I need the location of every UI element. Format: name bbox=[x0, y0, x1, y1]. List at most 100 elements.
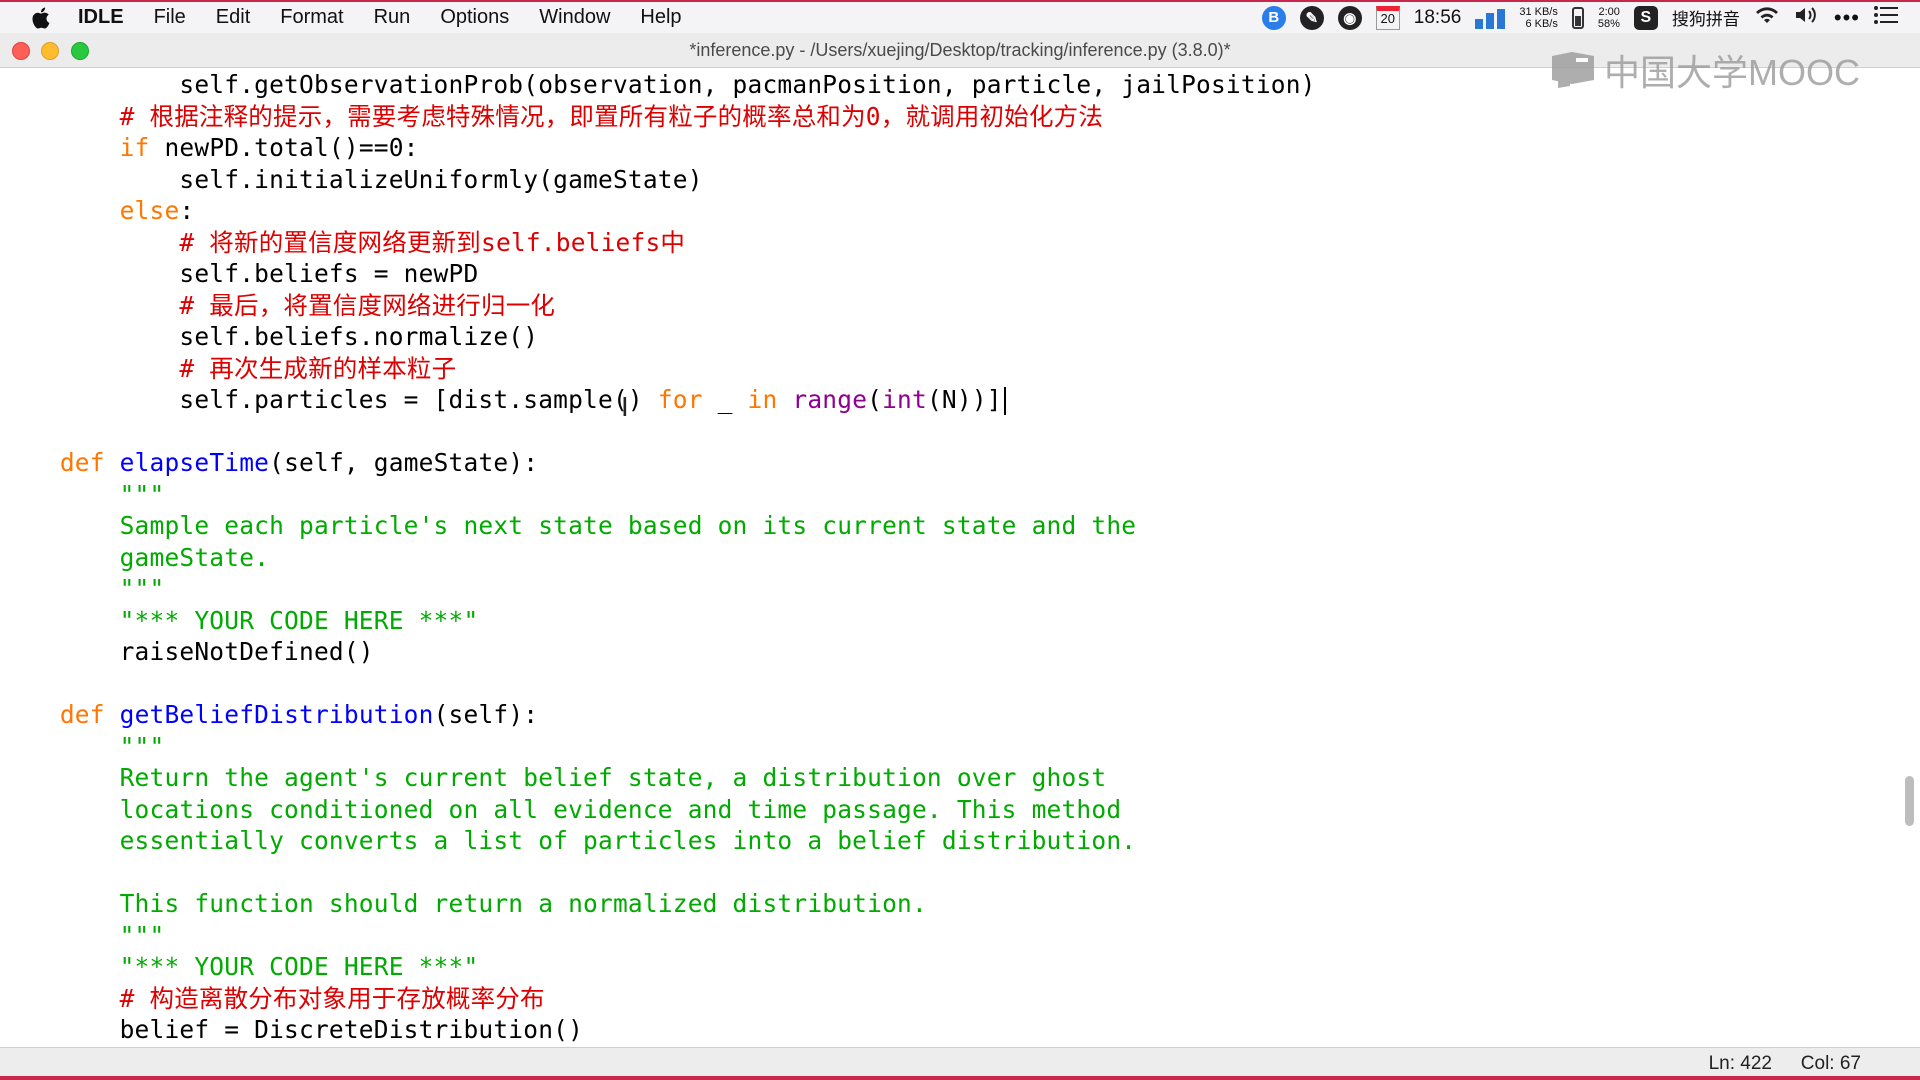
code-token: Return the agent's current belief state,… bbox=[0, 763, 1107, 792]
code-line[interactable]: # 根据注释的提示，需要考虑特殊情况，即置所有粒子的概率总和为0，就调用初始化方… bbox=[0, 101, 1316, 133]
code-token: (self): bbox=[433, 700, 539, 729]
more-icon[interactable]: ••• bbox=[1834, 5, 1860, 31]
code-line[interactable]: def elapseTime(self, gameState): bbox=[0, 447, 1316, 479]
code-token: """ bbox=[0, 574, 165, 603]
code-line[interactable]: """ bbox=[0, 479, 1316, 511]
code-line[interactable]: if newPD.total()==0: bbox=[0, 132, 1316, 164]
code-line[interactable]: "*** YOUR CODE HERE ***" bbox=[0, 605, 1316, 637]
code-text[interactable]: self.getObservationProb(observation, pac… bbox=[0, 69, 1316, 1046]
pen-app-icon[interactable]: ✎ bbox=[1299, 5, 1324, 30]
code-line[interactable]: """ bbox=[0, 920, 1316, 952]
sogou-icon[interactable]: S bbox=[1633, 5, 1658, 30]
scrollbar-thumb[interactable] bbox=[1905, 776, 1914, 826]
code-line[interactable]: gameState. bbox=[0, 542, 1316, 574]
code-line[interactable]: """ bbox=[0, 731, 1316, 763]
code-token: else bbox=[119, 196, 180, 225]
code-token: "*** YOUR CODE HERE ***" bbox=[0, 605, 479, 635]
code-token: in bbox=[747, 385, 778, 414]
menu-help[interactable]: Help bbox=[640, 6, 681, 29]
code-token: Sample each particle's next state based … bbox=[0, 511, 1137, 540]
menu-options[interactable]: Options bbox=[440, 6, 509, 29]
list-icon[interactable] bbox=[1874, 5, 1898, 30]
battery-readout[interactable]: 2:00 58% bbox=[1598, 6, 1620, 30]
menu-run[interactable]: Run bbox=[374, 6, 411, 29]
calendar-icon[interactable]: 20 bbox=[1375, 5, 1400, 30]
cpu-meter-icon[interactable] bbox=[1475, 7, 1506, 29]
code-token: # 最后，将置信度网络进行归一化 bbox=[179, 290, 556, 320]
code-token: (N))] bbox=[926, 385, 1002, 414]
code-token: # 将新的置信度网络更新到self.beliefs中 bbox=[179, 227, 686, 257]
code-line[interactable] bbox=[0, 857, 1316, 889]
macos-menu-bar: IDLE File Edit Format Run Options Window… bbox=[0, 0, 1920, 33]
obs-icon[interactable]: ◉ bbox=[1337, 5, 1362, 30]
code-token: essentially converts a list of particles… bbox=[0, 826, 1137, 855]
editor-status-bar: Ln: 422 Col: 67 bbox=[0, 1047, 1920, 1080]
menu-window[interactable]: Window bbox=[539, 6, 610, 29]
code-line[interactable]: def getBeliefDistribution(self): bbox=[0, 699, 1316, 731]
code-token: self.particles = [dist.sample() bbox=[0, 385, 658, 414]
code-token: """ bbox=[0, 479, 165, 509]
column-number: Col: 67 bbox=[1800, 1053, 1861, 1074]
code-token: getBeliefDistribution bbox=[119, 700, 434, 729]
code-line[interactable]: else: bbox=[0, 195, 1316, 227]
code-line[interactable]: self.initializeUniformly(gameState) bbox=[0, 164, 1316, 196]
text-caret bbox=[1003, 387, 1006, 415]
menu-format[interactable]: Format bbox=[280, 6, 343, 29]
menu-app-idle[interactable]: IDLE bbox=[78, 6, 124, 29]
code-line[interactable]: # 再次生成新的样本粒子 bbox=[0, 353, 1316, 385]
code-line[interactable]: Return the agent's current belief state,… bbox=[0, 762, 1316, 794]
code-line[interactable]: self.getObservationProb(observation, pac… bbox=[0, 69, 1316, 101]
code-line[interactable]: self.beliefs.normalize() bbox=[0, 321, 1316, 353]
menu-edit[interactable]: Edit bbox=[216, 6, 250, 29]
code-token: if bbox=[119, 133, 150, 162]
code-line[interactable]: Sample each particle's next state based … bbox=[0, 510, 1316, 542]
clock[interactable]: 18:56 bbox=[1414, 7, 1462, 29]
code-line[interactable]: # 最后，将置信度网络进行归一化 bbox=[0, 290, 1316, 322]
menu-bar-status-area: B ✎ ◉ 20 18:56 31 KB/s 6 KB/s 2:00 58% S… bbox=[1261, 2, 1920, 33]
code-line[interactable]: self.beliefs = newPD bbox=[0, 258, 1316, 290]
code-line[interactable]: "*** YOUR CODE HERE ***" bbox=[0, 951, 1316, 983]
code-line[interactable]: raiseNotDefined() bbox=[0, 636, 1316, 668]
mooc-watermark: 中国大学MOOC bbox=[1550, 44, 1860, 96]
code-token: self.getObservationProb(observation, pac… bbox=[0, 70, 1316, 99]
code-token: self.beliefs = newPD bbox=[0, 259, 479, 288]
code-token: int bbox=[882, 385, 927, 414]
code-token: for bbox=[657, 385, 703, 414]
code-line[interactable]: # 构造离散分布对象用于存放概率分布 bbox=[0, 983, 1316, 1015]
vertical-scrollbar[interactable] bbox=[1900, 68, 1920, 1047]
code-token: self.beliefs.normalize() bbox=[0, 322, 539, 351]
battery-icon[interactable] bbox=[1571, 6, 1584, 29]
code-line[interactable]: """ bbox=[0, 573, 1316, 605]
code-line[interactable] bbox=[0, 668, 1316, 700]
code-token: locations conditioned on all evidence an… bbox=[0, 794, 1122, 824]
code-line[interactable]: This function should return a normalized… bbox=[0, 888, 1316, 920]
code-line[interactable]: locations conditioned on all evidence an… bbox=[0, 794, 1316, 826]
recording-border bbox=[0, 1076, 1920, 1080]
apple-icon[interactable] bbox=[30, 7, 52, 29]
input-method-label[interactable]: 搜狗拼音 bbox=[1672, 5, 1740, 30]
wifi-icon[interactable] bbox=[1754, 5, 1780, 31]
code-line[interactable]: # 将新的置信度网络更新到self.beliefs中 bbox=[0, 227, 1316, 259]
network-meter[interactable]: 31 KB/s 6 KB/s bbox=[1519, 6, 1558, 30]
volume-icon[interactable] bbox=[1794, 5, 1820, 31]
code-line[interactable]: essentially converts a list of particles… bbox=[0, 825, 1316, 857]
code-line[interactable]: belief = DiscreteDistribution() bbox=[0, 1014, 1316, 1046]
code-token: # 构造离散分布对象用于存放概率分布 bbox=[119, 983, 545, 1013]
bluetooth-app-icon[interactable]: B bbox=[1261, 5, 1286, 30]
menu-file[interactable]: File bbox=[154, 6, 186, 29]
code-token: "*** YOUR CODE HERE ***" bbox=[0, 952, 479, 981]
code-editor[interactable]: self.getObservationProb(observation, pac… bbox=[0, 68, 1920, 1047]
code-token: gameState. bbox=[0, 542, 270, 572]
code-line[interactable]: self.particles = [dist.sample() for _ in… bbox=[0, 384, 1316, 416]
code-line[interactable] bbox=[0, 416, 1316, 448]
